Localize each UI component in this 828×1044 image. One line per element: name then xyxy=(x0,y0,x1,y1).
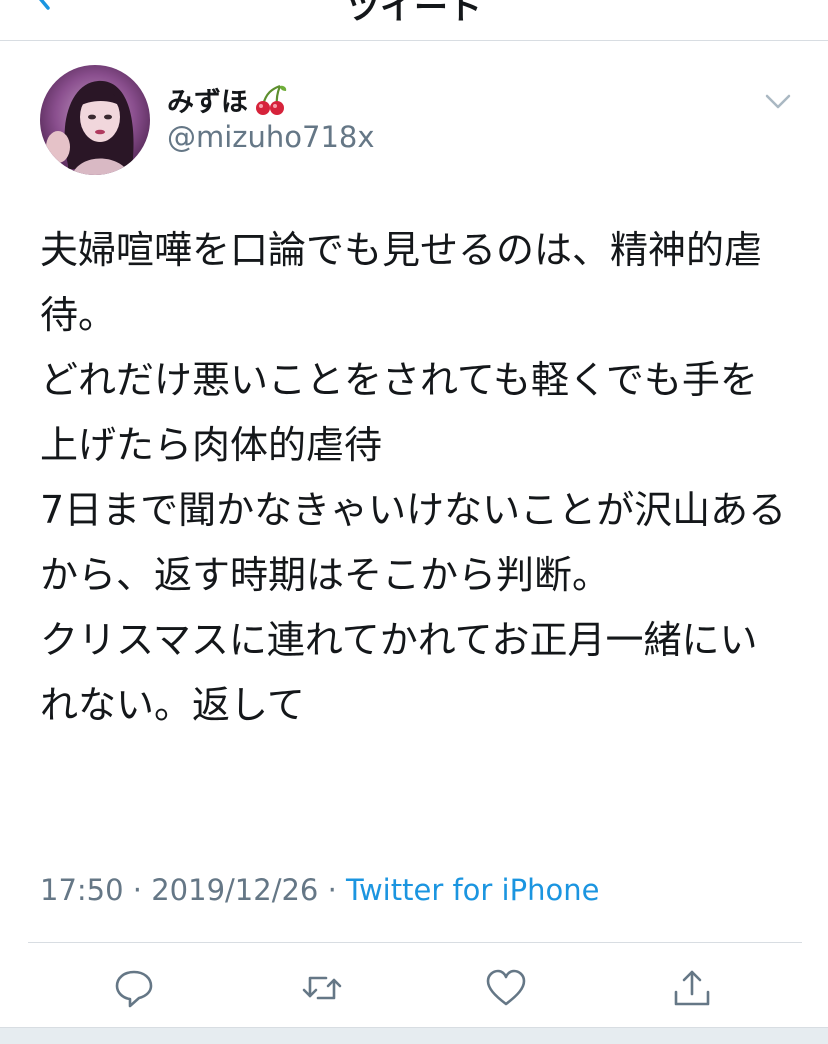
username[interactable]: @mizuho718x xyxy=(167,120,375,154)
tweet-date: 2019/12/26 xyxy=(151,873,319,907)
tweet-text: 夫婦喧嘩を口論でも見せるのは、精神的虐待。 どれだけ悪いことをされても軽くでも手… xyxy=(40,228,787,727)
tweet-time: 17:50 xyxy=(40,873,124,907)
page-title: ツイート xyxy=(346,0,482,28)
tweet-source-link[interactable]: Twitter for iPhone xyxy=(346,873,599,907)
top-nav-bar: ツイート xyxy=(0,0,828,41)
section-separator xyxy=(0,1027,828,1044)
display-name-text: みずほ xyxy=(167,87,248,118)
avatar-image xyxy=(40,65,150,175)
meta-separator: · xyxy=(327,873,337,907)
tweet-meta: 17:50 · 2019/12/26 · Twitter for iPhone xyxy=(40,873,599,907)
chevron-down-icon[interactable] xyxy=(763,90,793,114)
divider xyxy=(28,942,802,943)
tweet-action-bar xyxy=(0,960,828,1016)
share-icon[interactable] xyxy=(670,966,714,1010)
display-name[interactable]: みずほ xyxy=(167,80,288,119)
cherry-icon xyxy=(256,84,287,115)
heart-icon[interactable] xyxy=(484,966,528,1010)
meta-separator: · xyxy=(132,873,143,907)
reply-icon[interactable] xyxy=(112,966,156,1010)
avatar[interactable] xyxy=(40,65,150,175)
retweet-icon[interactable] xyxy=(300,966,344,1010)
